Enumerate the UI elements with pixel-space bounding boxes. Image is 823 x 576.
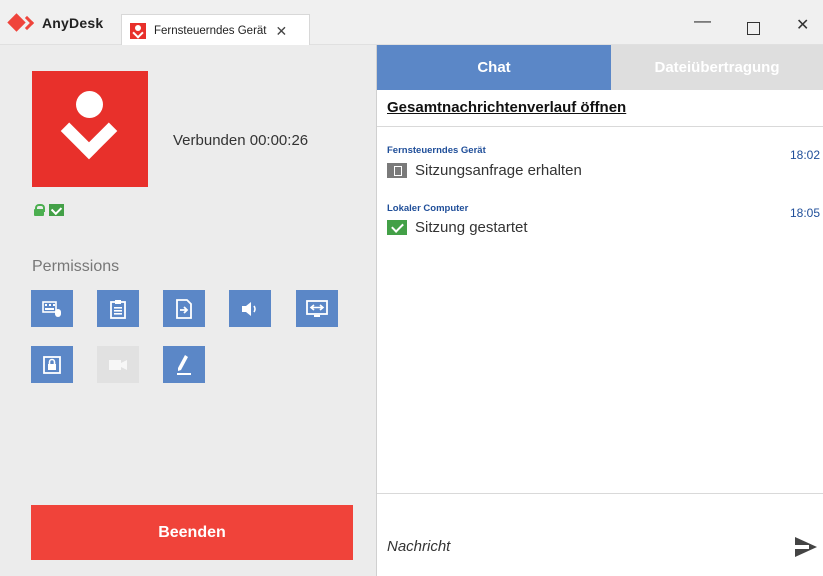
maximize-button[interactable]: [747, 22, 760, 35]
perm-clipboard-button[interactable]: [97, 290, 139, 327]
permissions-heading: Permissions: [32, 258, 120, 275]
send-icon[interactable]: [795, 537, 817, 557]
message-time: 18:05: [789, 206, 820, 220]
sound-icon: [242, 301, 256, 316]
anydesk-user-icon: [130, 22, 146, 39]
divider: [377, 126, 823, 127]
tab-file-transfer[interactable]: Dateiübertragung: [611, 45, 823, 90]
connection-status: Verbunden 00:00:26: [173, 132, 309, 149]
perm-sound-button[interactable]: [229, 290, 271, 327]
close-window-button[interactable]: ✕: [796, 18, 809, 34]
chat-message: Sitzungsanfrage erhalten: [387, 162, 582, 179]
draw-icon: [177, 354, 191, 375]
divider: [377, 493, 823, 494]
tab-close-icon[interactable]: ✕: [276, 24, 288, 38]
file-transfer-icon: [176, 298, 192, 319]
minimize-button[interactable]: —: [694, 12, 711, 29]
tab-label: Fernsteuerndes Gerät: [154, 24, 267, 37]
security-indicators: [34, 204, 64, 216]
message-text: Sitzung gestartet: [415, 219, 528, 236]
monitor-connected-icon: [49, 204, 64, 216]
tab-chat[interactable]: Chat: [377, 45, 611, 90]
session-panel: Verbunden 00:00:26 Permissions Beenden: [0, 45, 377, 576]
remote-avatar: [32, 71, 148, 187]
anydesk-logo-icon: [7, 13, 38, 32]
perm-file-transfer-button[interactable]: [163, 290, 205, 327]
record-session-icon: [109, 359, 127, 370]
perm-draw-button[interactable]: [163, 346, 205, 383]
app-name: AnyDesk: [42, 15, 104, 31]
message-text: Sitzungsanfrage erhalten: [415, 162, 582, 179]
message-time: 18:02: [789, 148, 820, 162]
anydesk-logo[interactable]: AnyDesk: [7, 13, 104, 33]
control-icon: [306, 299, 328, 317]
title-bar: AnyDesk Fernsteuerndes Gerät ✕ — ✕: [0, 0, 823, 46]
tab-remote-device[interactable]: Fernsteuerndes Gerät ✕: [121, 14, 310, 46]
chat-panel: Chat Dateiübertragung Gesamtnachrichtenv…: [377, 45, 823, 576]
end-session-button[interactable]: Beenden: [31, 505, 353, 560]
keyboard-mouse-icon: [42, 300, 61, 317]
session-request-icon: [387, 163, 407, 178]
lock-icon: [34, 204, 45, 216]
message-sender: Lokaler Computer: [387, 203, 469, 214]
perm-lock-screen-button[interactable]: [31, 346, 73, 383]
perm-control-button[interactable]: [296, 290, 338, 327]
perm-keyboard-mouse-button[interactable]: [31, 290, 73, 327]
session-started-icon: [387, 220, 407, 235]
message-sender: Fernsteuerndes Gerät: [387, 145, 486, 156]
lock-screen-icon: [43, 355, 61, 374]
message-input[interactable]: [387, 532, 777, 560]
chat-message: Sitzung gestartet: [387, 219, 528, 236]
perm-record-session-button[interactable]: [97, 346, 139, 383]
clipboard-icon: [110, 299, 126, 319]
open-history-link[interactable]: Gesamtnachrichtenverlauf öffnen: [387, 99, 626, 116]
